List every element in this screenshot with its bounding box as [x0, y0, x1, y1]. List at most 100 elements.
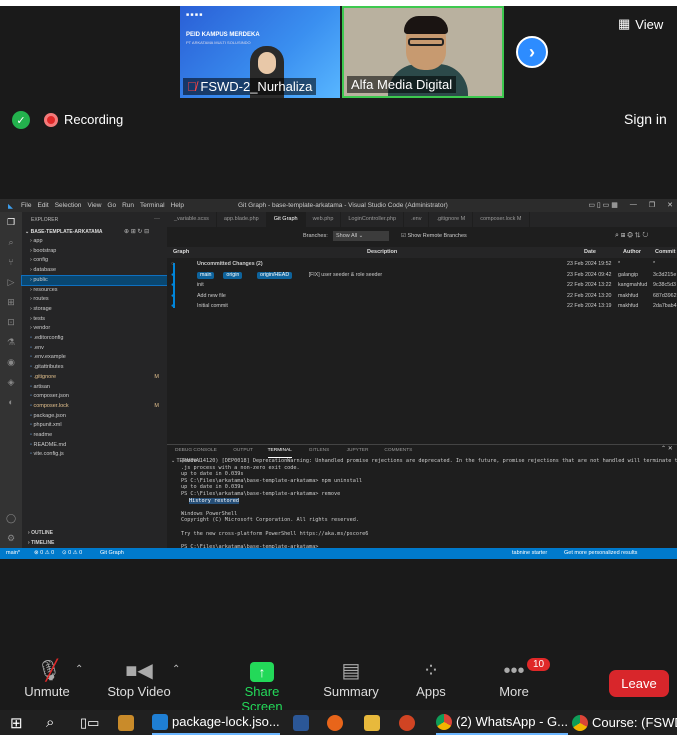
file-item[interactable]: ▫ readme: [22, 431, 167, 441]
taskbar-word[interactable]: [293, 710, 309, 735]
file-item[interactable]: ▫ .editorconfig: [22, 334, 167, 344]
menu-run[interactable]: Run: [122, 202, 134, 209]
audio-options-caret[interactable]: ⌃: [75, 664, 83, 675]
file-item[interactable]: ▫ .gitignore M: [22, 373, 167, 383]
settings-gear-icon[interactable]: ⚙: [5, 532, 17, 544]
unmute-button[interactable]: 🎙╱ Unmute: [12, 658, 82, 699]
commit-row[interactable]: ● init 22 Feb 2024 13:22 kangmahfud 9c38c5d3: [167, 280, 677, 291]
taskbar-vscode[interactable]: package-lock.jso...: [152, 710, 280, 735]
file-item[interactable]: ▫ package.json: [22, 412, 167, 422]
next-page-button[interactable]: ›: [516, 36, 548, 68]
taskbar-chrome-course[interactable]: Course: (FSWD 2: [572, 710, 677, 735]
file-item[interactable]: ▫ README.md: [22, 441, 167, 451]
editor-tab[interactable]: LoginController.php: [341, 212, 405, 227]
file-item[interactable]: ▫ .env.example: [22, 353, 167, 363]
tabnine-hint[interactable]: Get more personalized results: [564, 548, 637, 559]
recording-indicator[interactable]: Recording: [44, 112, 123, 127]
leave-button[interactable]: Leave: [609, 670, 669, 697]
tabnine-status[interactable]: tabnine starter: [512, 548, 547, 559]
problems-indicator[interactable]: ⊙ 0 ⚠ 0: [62, 548, 82, 559]
folder-item[interactable]: › config: [22, 256, 167, 266]
commit-row[interactable]: ○ Uncommitted Changes (2) 23 Feb 2024 19:5…: [167, 259, 677, 270]
taskbar-firefox[interactable]: [327, 710, 343, 735]
explorer-icon[interactable]: ❐: [5, 216, 17, 228]
account-icon[interactable]: ◯: [5, 512, 17, 524]
gitlens-icon[interactable]: ◉: [5, 356, 17, 368]
extensions-icon[interactable]: ⊞: [5, 296, 17, 308]
layout-icon[interactable]: ▭ ▯ ▭ ▦: [588, 201, 618, 209]
panel-tab[interactable]: JUPYTER: [347, 445, 369, 457]
menu-view[interactable]: View: [87, 202, 101, 209]
file-item[interactable]: ▫ composer.lock M: [22, 402, 167, 412]
menu-file[interactable]: File: [21, 202, 31, 209]
branch-indicator[interactable]: main*: [6, 548, 20, 559]
folder-item[interactable]: › public: [21, 274, 168, 287]
editor-tab[interactable]: .env: [404, 212, 430, 227]
run-debug-icon[interactable]: ▷: [5, 276, 17, 288]
editor-tab[interactable]: composer.lock M: [473, 212, 530, 227]
tabnine-icon[interactable]: ◐: [5, 396, 17, 408]
editor-tab[interactable]: app.blade.php: [217, 212, 267, 227]
taskbar-explorer[interactable]: [364, 710, 380, 735]
editor-tab[interactable]: Git Graph: [266, 212, 306, 227]
task-view-button[interactable]: ▯▭: [80, 710, 99, 735]
editor-tab[interactable]: .gitignore M: [429, 212, 474, 227]
folder-item[interactable]: › app: [22, 237, 167, 247]
outline-section[interactable]: › OUTLINE: [28, 530, 53, 536]
panel-controls[interactable]: ⌃ ✕: [661, 445, 673, 452]
menu-go[interactable]: Go: [107, 202, 116, 209]
folder-item[interactable]: › database: [22, 266, 167, 276]
file-item[interactable]: ▫ .gitattributes: [22, 363, 167, 373]
file-item[interactable]: ▫ .env: [22, 344, 167, 354]
source-control-icon[interactable]: ⑂: [5, 256, 17, 268]
share-screen-button[interactable]: ↑ Share Screen: [227, 658, 297, 714]
panel-tab[interactable]: COMMENTS: [384, 445, 412, 457]
participant-tile-active[interactable]: Alfa Media Digital: [342, 6, 504, 98]
taskbar-chrome-whatsapp[interactable]: (2) WhatsApp - G...: [436, 710, 568, 735]
taskbar-powerpoint[interactable]: [399, 710, 415, 735]
sign-in-button[interactable]: Sign in: [624, 111, 667, 127]
more-actions-icon[interactable]: ···: [154, 216, 160, 222]
start-button[interactable]: ⊞: [10, 710, 23, 735]
panel-tab[interactable]: TERMINAL: [267, 445, 292, 458]
folder-item[interactable]: › storage: [22, 305, 167, 315]
video-options-caret[interactable]: ⌃: [172, 664, 180, 675]
panel-tab[interactable]: GITLENS: [309, 445, 330, 457]
folder-item[interactable]: › vendor: [22, 324, 167, 334]
minimize-icon[interactable]: —: [630, 201, 637, 209]
menu-terminal[interactable]: Terminal: [140, 202, 165, 209]
testing-icon[interactable]: ⚗: [5, 336, 17, 348]
menu-edit[interactable]: Edit: [37, 202, 48, 209]
file-item[interactable]: ▫ vite.config.js: [22, 450, 167, 460]
menu-help[interactable]: Help: [171, 202, 184, 209]
shield-icon[interactable]: ✓: [12, 111, 30, 129]
git-graph-actions[interactable]: ⌕ ⊞ ⚙ ⇅ ↻: [615, 229, 648, 243]
panel-tab[interactable]: OUTPUT: [233, 445, 253, 457]
summary-button[interactable]: ▤ Summary: [316, 658, 386, 699]
editor-tab[interactable]: _variable.scss: [167, 212, 217, 227]
timeline-section[interactable]: › TIMELINE: [28, 540, 54, 546]
search-icon[interactable]: ⌕: [5, 236, 17, 248]
docker-icon[interactable]: ◈: [5, 376, 17, 388]
search-button[interactable]: ⌕: [46, 710, 54, 735]
close-icon[interactable]: ✕: [667, 201, 673, 209]
file-item[interactable]: ▫ composer.json: [22, 392, 167, 402]
sync-indicator[interactable]: ⊗ 0 ⚠ 0: [34, 548, 54, 559]
branches-dropdown[interactable]: Show All ⌄: [333, 231, 389, 241]
participant-tile[interactable]: ■ ■ ■ ■ PEID KAMPUS MERDEKA PT ARKATAMA …: [180, 6, 340, 98]
commit-row[interactable]: ● main origin origin/HEAD [FIX] user seeder …: [167, 270, 677, 281]
stop-video-button[interactable]: ■◀ Stop Video: [104, 658, 174, 699]
taskbar-app[interactable]: [118, 710, 134, 735]
branch-tag[interactable]: main: [197, 271, 215, 279]
show-remote-checkbox[interactable]: ☑ Show Remote Branches: [401, 229, 467, 243]
folder-item[interactable]: › resources: [22, 286, 167, 296]
file-item[interactable]: ▫ artisan: [22, 383, 167, 393]
commit-row[interactable]: ● Add new file 22 Feb 2024 13:20 makhfud 687…: [167, 291, 677, 302]
branch-tag[interactable]: origin: [223, 271, 243, 279]
terminal-output[interactable]: (node:14120) [DEP0018] DeprecationWarnin…: [181, 458, 677, 558]
view-button[interactable]: ▦ View: [618, 14, 672, 34]
commit-row[interactable]: ● Initial commit 22 Feb 2024 13:19 makhfud 2…: [167, 301, 677, 312]
explorer-actions[interactable]: ⊕ ⊞ ↻ ⊟: [124, 228, 149, 235]
project-name[interactable]: ⌄ BASE-TEMPLATE-ARKATAMA: [25, 229, 103, 235]
file-item[interactable]: ▫ phpunit.xml: [22, 421, 167, 431]
